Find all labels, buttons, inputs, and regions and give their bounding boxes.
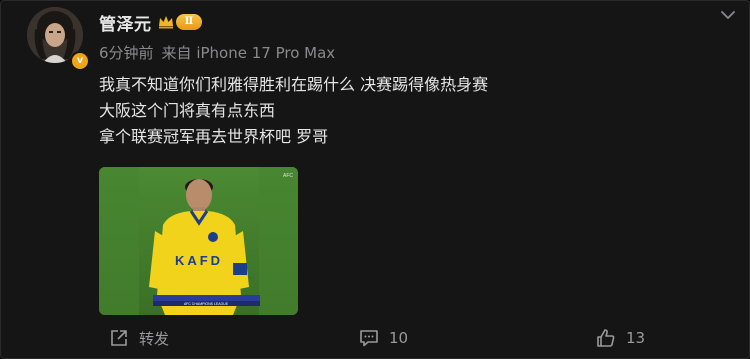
level-number: Ⅱ [176, 14, 202, 30]
weibo-post-card: v 管泽元 Ⅱ 6分钟前 来自 iPhone 17 Pro Max 我真不知道你们… [0, 0, 750, 359]
post-source[interactable]: 来自 iPhone 17 Pro Max [162, 44, 336, 62]
verified-badge: v [70, 51, 90, 71]
share-out-icon [111, 330, 127, 346]
post-text-line: 拿个联赛冠军再去世界杯吧 罗哥 [99, 127, 329, 146]
post-text: 我真不知道你们利雅得胜利在踢什么 决赛踢得像热身赛 大阪这个门将真有点东西 拿个… [99, 72, 719, 150]
comment-button[interactable]: 10 [359, 326, 408, 350]
post-time: 6分钟前 [99, 44, 154, 62]
jersey-text: KAFD [175, 253, 223, 268]
post-meta: 6分钟前 来自 iPhone 17 Pro Max [99, 42, 335, 63]
broadcast-tag: AFC [283, 173, 293, 179]
comment-icon [360, 330, 378, 347]
level-badge[interactable]: Ⅱ [158, 12, 204, 32]
author-name[interactable]: 管泽元 [99, 10, 152, 35]
post-text-line: 大阪这个门将真有点东西 [99, 101, 276, 120]
repost-button[interactable]: 转发 [109, 326, 169, 350]
like-button[interactable]: 13 [596, 326, 645, 350]
chevron-down-icon[interactable] [717, 7, 739, 23]
post-text-line: 我真不知道你们利雅得胜利在踢什么 决赛踢得像热身赛 [99, 75, 489, 94]
scorebar-text: AFC CHAMPIONS LEAGUE [184, 302, 229, 306]
like-count: 13 [626, 329, 646, 347]
repost-label: 转发 [139, 329, 170, 348]
comment-count: 10 [389, 329, 409, 347]
crown-icon [159, 16, 173, 29]
post-image[interactable]: KAFD AFC AFC CHAMPIONS LEAGUE [99, 167, 298, 315]
thumbs-up-icon [597, 329, 615, 347]
